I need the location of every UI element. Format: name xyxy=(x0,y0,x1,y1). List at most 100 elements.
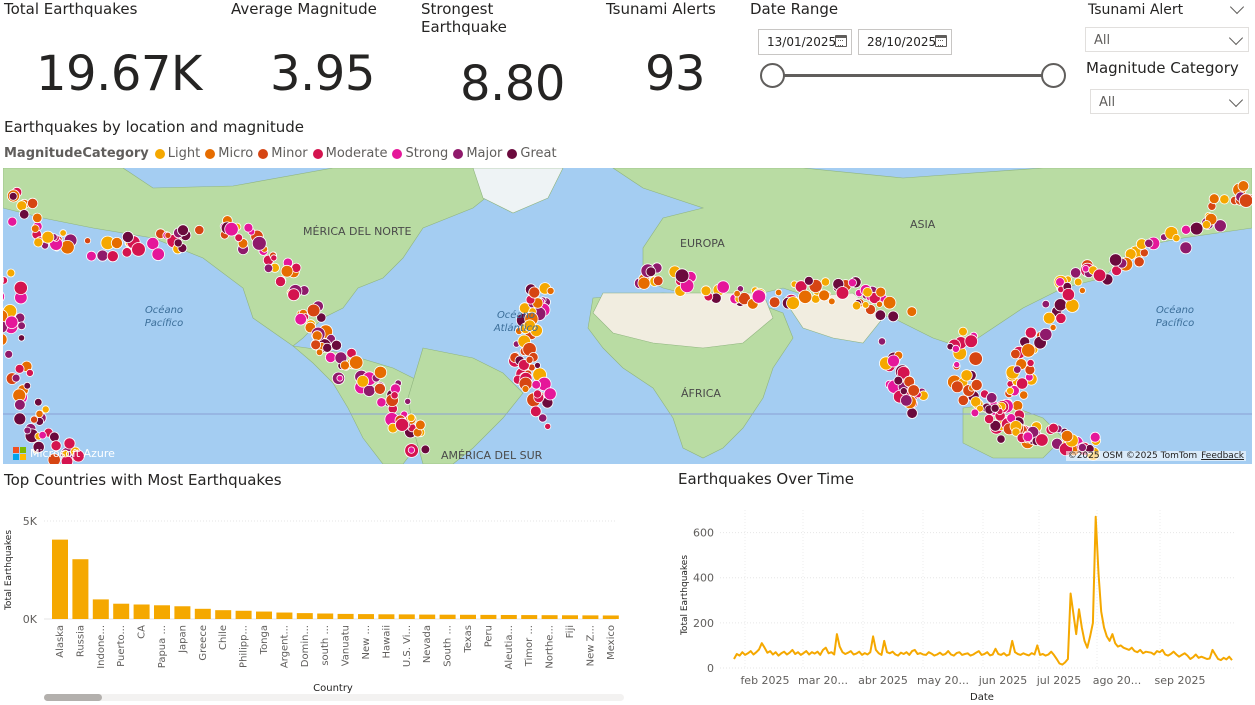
earthquake-marker[interactable] xyxy=(25,368,34,377)
earthquake-marker[interactable] xyxy=(970,378,983,391)
earthquake-marker[interactable] xyxy=(30,224,40,233)
earthquake-marker[interactable] xyxy=(645,266,657,277)
earthquake-marker[interactable] xyxy=(531,379,541,390)
bar[interactable] xyxy=(276,612,293,619)
earthquake-marker[interactable] xyxy=(1039,327,1053,342)
earthquake-marker[interactable] xyxy=(1015,377,1029,390)
earthquake-marker[interactable] xyxy=(1081,265,1090,273)
earthquake-marker[interactable] xyxy=(251,235,267,251)
earthquake-marker[interactable] xyxy=(32,212,43,224)
earthquake-marker[interactable] xyxy=(528,286,541,299)
earthquake-marker[interactable] xyxy=(1181,224,1192,235)
earthquake-marker[interactable] xyxy=(525,355,534,364)
bar[interactable] xyxy=(460,614,476,619)
earthquake-marker[interactable] xyxy=(84,237,92,245)
earthquake-marker[interactable] xyxy=(4,349,14,359)
legend-item-major[interactable]: Major xyxy=(453,146,502,161)
earthquake-marker[interactable] xyxy=(861,301,870,309)
bar[interactable] xyxy=(174,606,191,619)
earthquake-marker[interactable] xyxy=(882,295,897,310)
calendar-icon[interactable] xyxy=(835,35,847,47)
top-countries-bar-chart[interactable]: 5K 0K Total Earthquakes Country Alaska Russia… xyxy=(0,495,640,695)
earthquake-marker[interactable] xyxy=(336,374,344,382)
bar[interactable] xyxy=(337,613,354,619)
earthquake-marker[interactable] xyxy=(373,382,386,395)
earthquake-marker[interactable] xyxy=(86,250,97,262)
earthquake-marker[interactable] xyxy=(243,222,254,233)
earthquake-marker[interactable] xyxy=(543,387,557,401)
bar[interactable] xyxy=(194,608,211,619)
bar[interactable] xyxy=(256,611,272,619)
earthquake-marker[interactable] xyxy=(11,373,21,383)
earthquake-marker[interactable] xyxy=(23,426,32,435)
earthquake-marker[interactable] xyxy=(322,342,333,353)
earthquake-map[interactable]: MÉRICA DEL NORTE EUROPA ASIA ÁFRICA AMÉR… xyxy=(3,168,1252,464)
earthquake-marker[interactable] xyxy=(546,286,555,295)
bar[interactable] xyxy=(72,559,89,619)
earthquake-marker[interactable] xyxy=(274,276,286,288)
earthquake-marker[interactable] xyxy=(1022,431,1034,443)
earthquake-marker[interactable] xyxy=(406,413,416,423)
earthquake-marker[interactable] xyxy=(1070,267,1082,279)
earthquake-marker[interactable] xyxy=(110,237,123,250)
earthquake-marker[interactable] xyxy=(887,354,900,368)
earthquake-marker[interactable] xyxy=(1237,180,1250,192)
bar[interactable] xyxy=(113,603,130,619)
earthquakes-over-time-chart[interactable]: 0 200 400 600 feb 2025 mar 20... abr 2025 may 2… xyxy=(670,495,1250,703)
earthquake-marker[interactable] xyxy=(1179,241,1193,255)
earthquake-marker[interactable] xyxy=(774,288,783,297)
earthquake-marker[interactable] xyxy=(234,233,244,242)
bar[interactable] xyxy=(602,615,619,619)
earthquake-marker[interactable] xyxy=(395,417,410,432)
earthquake-marker[interactable] xyxy=(224,222,239,237)
earthquake-marker[interactable] xyxy=(1053,298,1068,312)
earthquake-marker[interactable] xyxy=(106,250,119,263)
earthquake-marker[interactable] xyxy=(49,431,60,443)
earthquake-marker[interactable] xyxy=(1089,431,1101,443)
bar[interactable] xyxy=(439,614,456,619)
earthquake-marker[interactable] xyxy=(1092,268,1107,283)
earthquake-marker[interactable] xyxy=(1055,312,1067,324)
bar[interactable] xyxy=(358,614,374,619)
earthquake-marker[interactable] xyxy=(1024,326,1037,339)
line-chart-canvas[interactable]: 0 200 400 600 feb 2025 mar 20... abr 2025 may 2… xyxy=(670,495,1250,703)
earthquake-marker[interactable] xyxy=(534,361,541,369)
earthquake-marker[interactable] xyxy=(957,394,969,406)
earthquake-marker[interactable] xyxy=(847,278,857,288)
earthquake-marker[interactable] xyxy=(1172,234,1181,243)
earthquake-marker[interactable] xyxy=(970,408,980,418)
earthquake-marker[interactable] xyxy=(544,422,552,430)
earthquake-marker[interactable] xyxy=(349,355,364,370)
earthquake-marker[interactable] xyxy=(1026,358,1035,367)
earthquake-marker[interactable] xyxy=(907,384,920,397)
earthquake-marker[interactable] xyxy=(521,385,530,393)
earthquake-marker[interactable] xyxy=(1219,194,1230,205)
earthquake-marker[interactable] xyxy=(1060,429,1074,443)
earthquake-marker[interactable] xyxy=(893,375,904,386)
earthquake-marker[interactable] xyxy=(1013,365,1022,374)
earthquake-marker[interactable] xyxy=(1133,256,1145,268)
earthquake-marker[interactable] xyxy=(887,310,899,323)
earthquake-marker[interactable] xyxy=(899,387,908,396)
legend-item-micro[interactable]: Micro xyxy=(205,146,253,161)
start-date-input[interactable]: 13/01/2025 xyxy=(758,29,852,55)
earthquake-marker[interactable] xyxy=(131,242,146,257)
earthquake-marker[interactable] xyxy=(968,351,983,366)
bar[interactable] xyxy=(215,610,232,619)
earthquake-marker[interactable] xyxy=(96,249,109,262)
earthquake-marker[interactable] xyxy=(4,315,19,330)
earthquake-marker[interactable] xyxy=(339,360,350,371)
date-range-start-handle[interactable] xyxy=(760,63,785,88)
earthquake-marker[interactable] xyxy=(33,237,44,248)
earthquake-marker[interactable] xyxy=(164,231,172,239)
earthquake-marker[interactable] xyxy=(1019,390,1029,400)
earthquake-marker[interactable] xyxy=(652,275,664,287)
earthquake-marker[interactable] xyxy=(1048,422,1059,434)
earthquake-marker[interactable] xyxy=(41,405,50,414)
earthquake-marker[interactable] xyxy=(14,399,26,411)
bar[interactable] xyxy=(500,614,517,619)
earthquake-marker[interactable] xyxy=(818,289,830,302)
earthquake-marker[interactable] xyxy=(19,209,30,220)
earthquake-marker[interactable] xyxy=(59,229,67,237)
earthquake-marker[interactable] xyxy=(637,276,651,290)
